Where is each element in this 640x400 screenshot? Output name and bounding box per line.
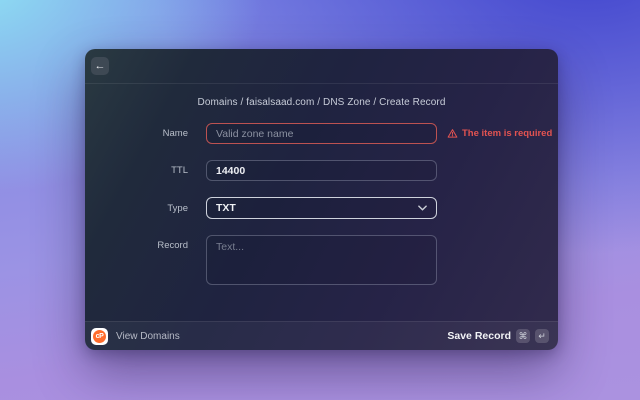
cpanel-logo-mark: cP (93, 329, 106, 343)
create-record-dialog: ← Domains / faisalsaad.com / DNS Zone / … (85, 49, 558, 350)
desktop-background: ← Domains / faisalsaad.com / DNS Zone / … (0, 0, 640, 400)
ttl-row: TTL (85, 160, 558, 181)
dialog-header: ← (85, 49, 558, 84)
back-arrow-icon: ← (94, 59, 106, 72)
back-button[interactable]: ← (91, 57, 109, 75)
chevron-down-icon (418, 205, 427, 211)
dialog-footer: cP View Domains Save Record ⌘ ↵ (85, 321, 558, 350)
record-label: Record (157, 240, 188, 251)
name-validation-error: The item is required (447, 128, 552, 139)
error-text: The item is required (462, 128, 553, 139)
save-record-group: Save Record ⌘ ↵ (447, 329, 549, 343)
dialog-body: Domains / faisalsaad.com / DNS Zone / Cr… (85, 84, 558, 321)
type-row: Type TXT (85, 197, 558, 219)
command-key-icon: ⌘ (516, 329, 530, 343)
name-label: Name (162, 128, 188, 139)
type-select-value: TXT (216, 202, 236, 214)
breadcrumb: Domains / faisalsaad.com / DNS Zone / Cr… (197, 97, 446, 108)
name-row: Name The item is required (85, 123, 558, 144)
name-input[interactable] (206, 123, 437, 144)
warning-triangle-icon (447, 129, 458, 138)
ttl-label: TTL (171, 165, 188, 176)
type-label: Type (167, 202, 188, 214)
cpanel-logo: cP (91, 327, 108, 345)
view-domains-link[interactable]: View Domains (116, 331, 180, 342)
save-record-button[interactable]: Save Record (447, 330, 511, 342)
record-textarea[interactable] (206, 235, 437, 285)
type-select[interactable]: TXT (206, 197, 437, 219)
record-row: Record (85, 235, 558, 285)
return-key-icon: ↵ (535, 329, 549, 343)
ttl-input[interactable] (206, 160, 437, 181)
create-record-form: Name The item is required TTL (85, 123, 558, 285)
